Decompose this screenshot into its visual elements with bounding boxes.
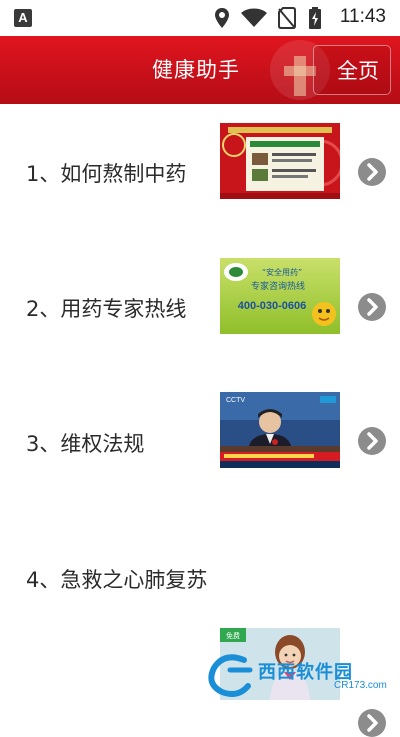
chevron-right-icon[interactable]: [358, 709, 386, 737]
status-bar: A 11:43: [0, 0, 400, 36]
battery-charging-icon: [309, 7, 321, 29]
location-icon: [215, 8, 229, 28]
chevron-right-icon[interactable]: [358, 427, 386, 455]
banner-phone: 400-030-0606: [238, 300, 307, 312]
wifi-icon: [241, 8, 267, 27]
list-item-label: 3、维权法规: [26, 432, 145, 456]
watermark: 西西软件园 CR173.com: [204, 650, 400, 700]
hotline-banner-thumbnail: “安全用药” 专家咨询热线 400-030-0606: [220, 258, 340, 334]
banner-line2: 专家咨询热线: [251, 280, 305, 292]
home-button[interactable]: 全页: [313, 45, 391, 95]
news-channel-logo: CCTV: [226, 397, 245, 404]
list-item-decoction[interactable]: 1、如何熬制中药: [0, 104, 400, 240]
list-item-regulations[interactable]: 3、维权法规 CCTV: [0, 374, 400, 509]
list-item-label: 1、如何熬制中药: [26, 162, 187, 186]
list-item-label: 2、用药专家热线: [26, 297, 187, 321]
list-item-hotline[interactable]: 2、用药专家热线 “安全用药” 专家咨询热线 400-030-0606: [0, 239, 400, 375]
press-conference-thumbnail: CCTV: [220, 392, 340, 468]
decoction-guide-thumbnail: [220, 123, 340, 199]
app-badge-icon: A: [14, 9, 32, 27]
watermark-subtext: CR173.com: [334, 680, 387, 691]
banner-line1: “安全用药”: [262, 267, 302, 277]
chevron-right-icon[interactable]: [358, 158, 386, 186]
watermark-logo-icon: [208, 654, 253, 697]
free-tag: 免费: [226, 631, 240, 640]
clock: 11:43: [339, 6, 386, 27]
app-header: 健康助手 全页: [0, 36, 400, 104]
no-sim-icon: [278, 7, 296, 29]
list-item-label: 4、急救之心肺复苏: [26, 568, 208, 592]
page-title: 健康助手: [152, 58, 240, 82]
chevron-right-icon[interactable]: [358, 293, 386, 321]
